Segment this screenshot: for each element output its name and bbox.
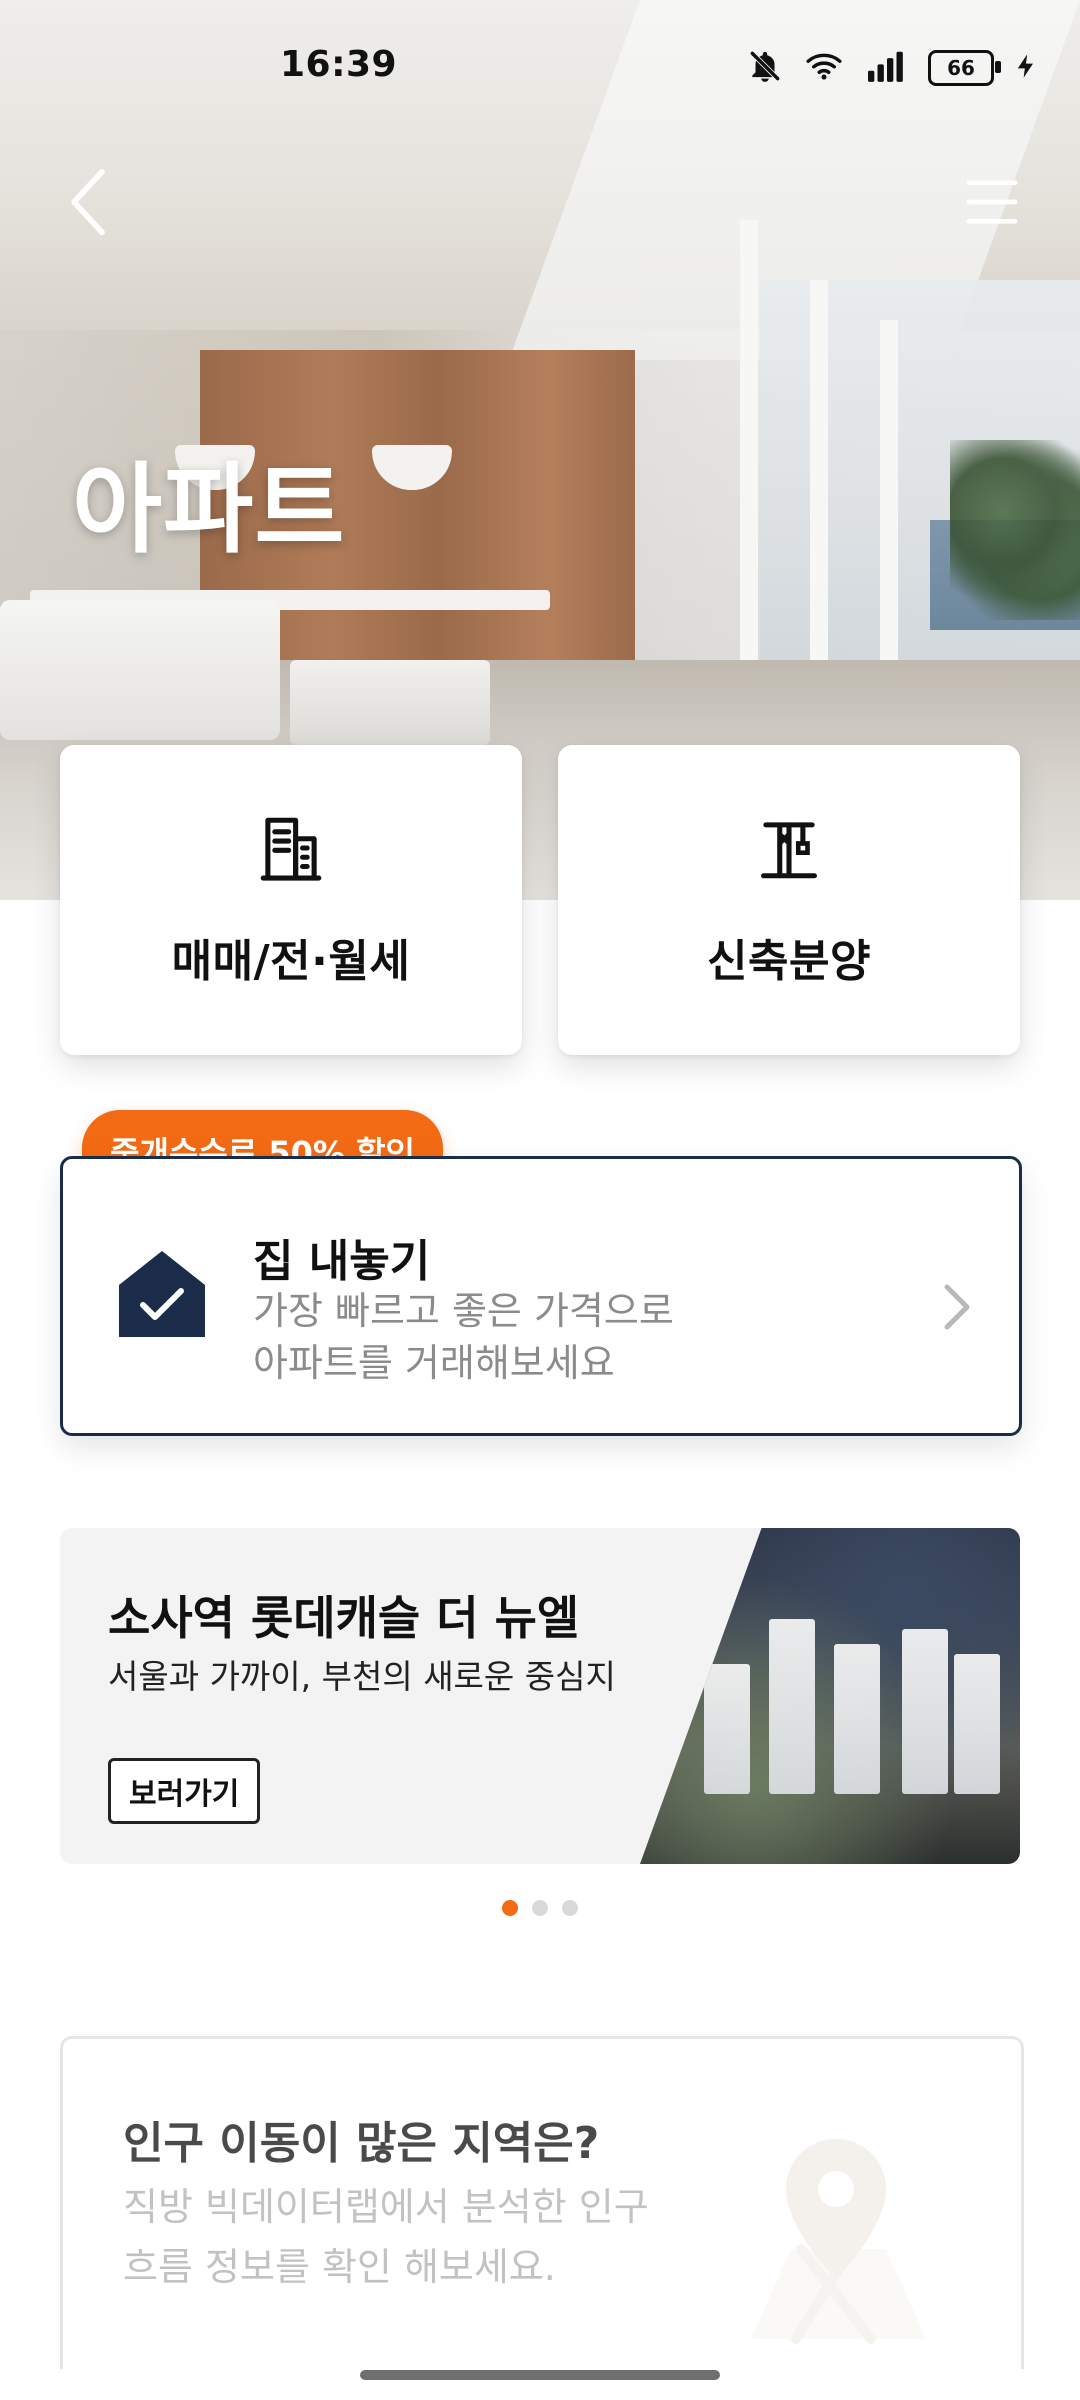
chevron-right-icon: [944, 1284, 970, 1330]
population-description: 직방 빅데이터랩에서 분석한 인구 흐름 정보를 확인 해보세요.: [123, 2177, 649, 2297]
sofa: [0, 600, 280, 740]
category-label: 신축분양: [707, 936, 871, 987]
status-icons: 66: [746, 48, 1040, 88]
back-button[interactable]: [48, 162, 128, 242]
house-check-icon: [115, 1245, 209, 1341]
ad-pager: [0, 1900, 1080, 1920]
population-desc-line2: 흐름 정보를 확인 해보세요.: [123, 2245, 556, 2289]
pager-dot[interactable]: [532, 1900, 548, 1916]
building-icon: [254, 811, 328, 889]
apartment-tower: [769, 1619, 815, 1794]
hero-tree: [950, 440, 1080, 620]
pager-dot-active[interactable]: [502, 1900, 518, 1916]
menu-button[interactable]: [952, 162, 1032, 242]
menu-icon: [966, 180, 1018, 224]
sell-subtitle-line2: 아파트를 거래해보세요: [253, 1341, 615, 1385]
signal-icon: [864, 47, 910, 89]
charging-icon: [1012, 47, 1040, 89]
top-navigation: [0, 150, 1080, 260]
apartment-tower: [902, 1629, 948, 1794]
wifi-icon: [802, 47, 846, 89]
page-title: 아파트: [72, 453, 346, 567]
view-button[interactable]: 보러가기: [108, 1758, 261, 1824]
apartment-tower: [704, 1664, 750, 1794]
map-pin-icon: [751, 2139, 926, 2344]
sell-home-section: 중개수수료 50% 할인 집 내놓기 가장 빠르고 좋은 가격으로 아파트를 거…: [60, 1110, 1022, 1436]
chevron-left-icon: [71, 168, 105, 236]
ad-title: 소사역 롯데캐슬 더 뉴엘: [108, 1591, 580, 1645]
sell-subtitle: 가장 빠르고 좋은 가격으로 아파트를 거래해보세요: [253, 1285, 674, 1389]
category-cards: 매매/전·월세 신축분양: [60, 745, 1020, 1055]
apartment-tower: [834, 1644, 880, 1794]
status-time: 16:39: [280, 44, 398, 85]
apartment-tower: [954, 1654, 1000, 1794]
ad-apartment-image: [640, 1528, 1020, 1864]
status-bar: 16:39 66: [0, 0, 1080, 120]
battery-level: 66: [947, 56, 975, 80]
hero-pillar: [880, 320, 898, 700]
category-card-new-sale[interactable]: 신축분양: [558, 745, 1020, 1055]
category-card-sale-rent[interactable]: 매매/전·월세: [60, 745, 522, 1055]
sell-title: 집 내놓기: [253, 1236, 431, 1287]
population-card[interactable]: 인구 이동이 많은 지역은? 직방 빅데이터랩에서 분석한 인구 흐름 정보를 …: [60, 2036, 1024, 2369]
ad-banner[interactable]: 소사역 롯데캐슬 더 뉴엘 서울과 가까이, 부천의 새로운 중심지 보러가기: [60, 1528, 1020, 1864]
battery-icon: 66: [928, 50, 1001, 86]
sell-home-card[interactable]: 집 내놓기 가장 빠르고 좋은 가격으로 아파트를 거래해보세요: [60, 1156, 1022, 1436]
crane-icon: [752, 811, 826, 889]
sell-subtitle-line1: 가장 빠르고 좋은 가격으로: [253, 1289, 674, 1333]
home-indicator[interactable]: [360, 2370, 720, 2380]
ottoman: [290, 660, 490, 745]
ad-subtitle: 서울과 가까이, 부천의 새로운 중심지: [108, 1657, 616, 1696]
mute-icon: [746, 47, 784, 89]
category-label: 매매/전·월세: [171, 936, 411, 987]
pager-dot[interactable]: [562, 1900, 578, 1916]
population-desc-line1: 직방 빅데이터랩에서 분석한 인구: [123, 2185, 649, 2229]
population-title: 인구 이동이 많은 지역은?: [123, 2118, 600, 2169]
